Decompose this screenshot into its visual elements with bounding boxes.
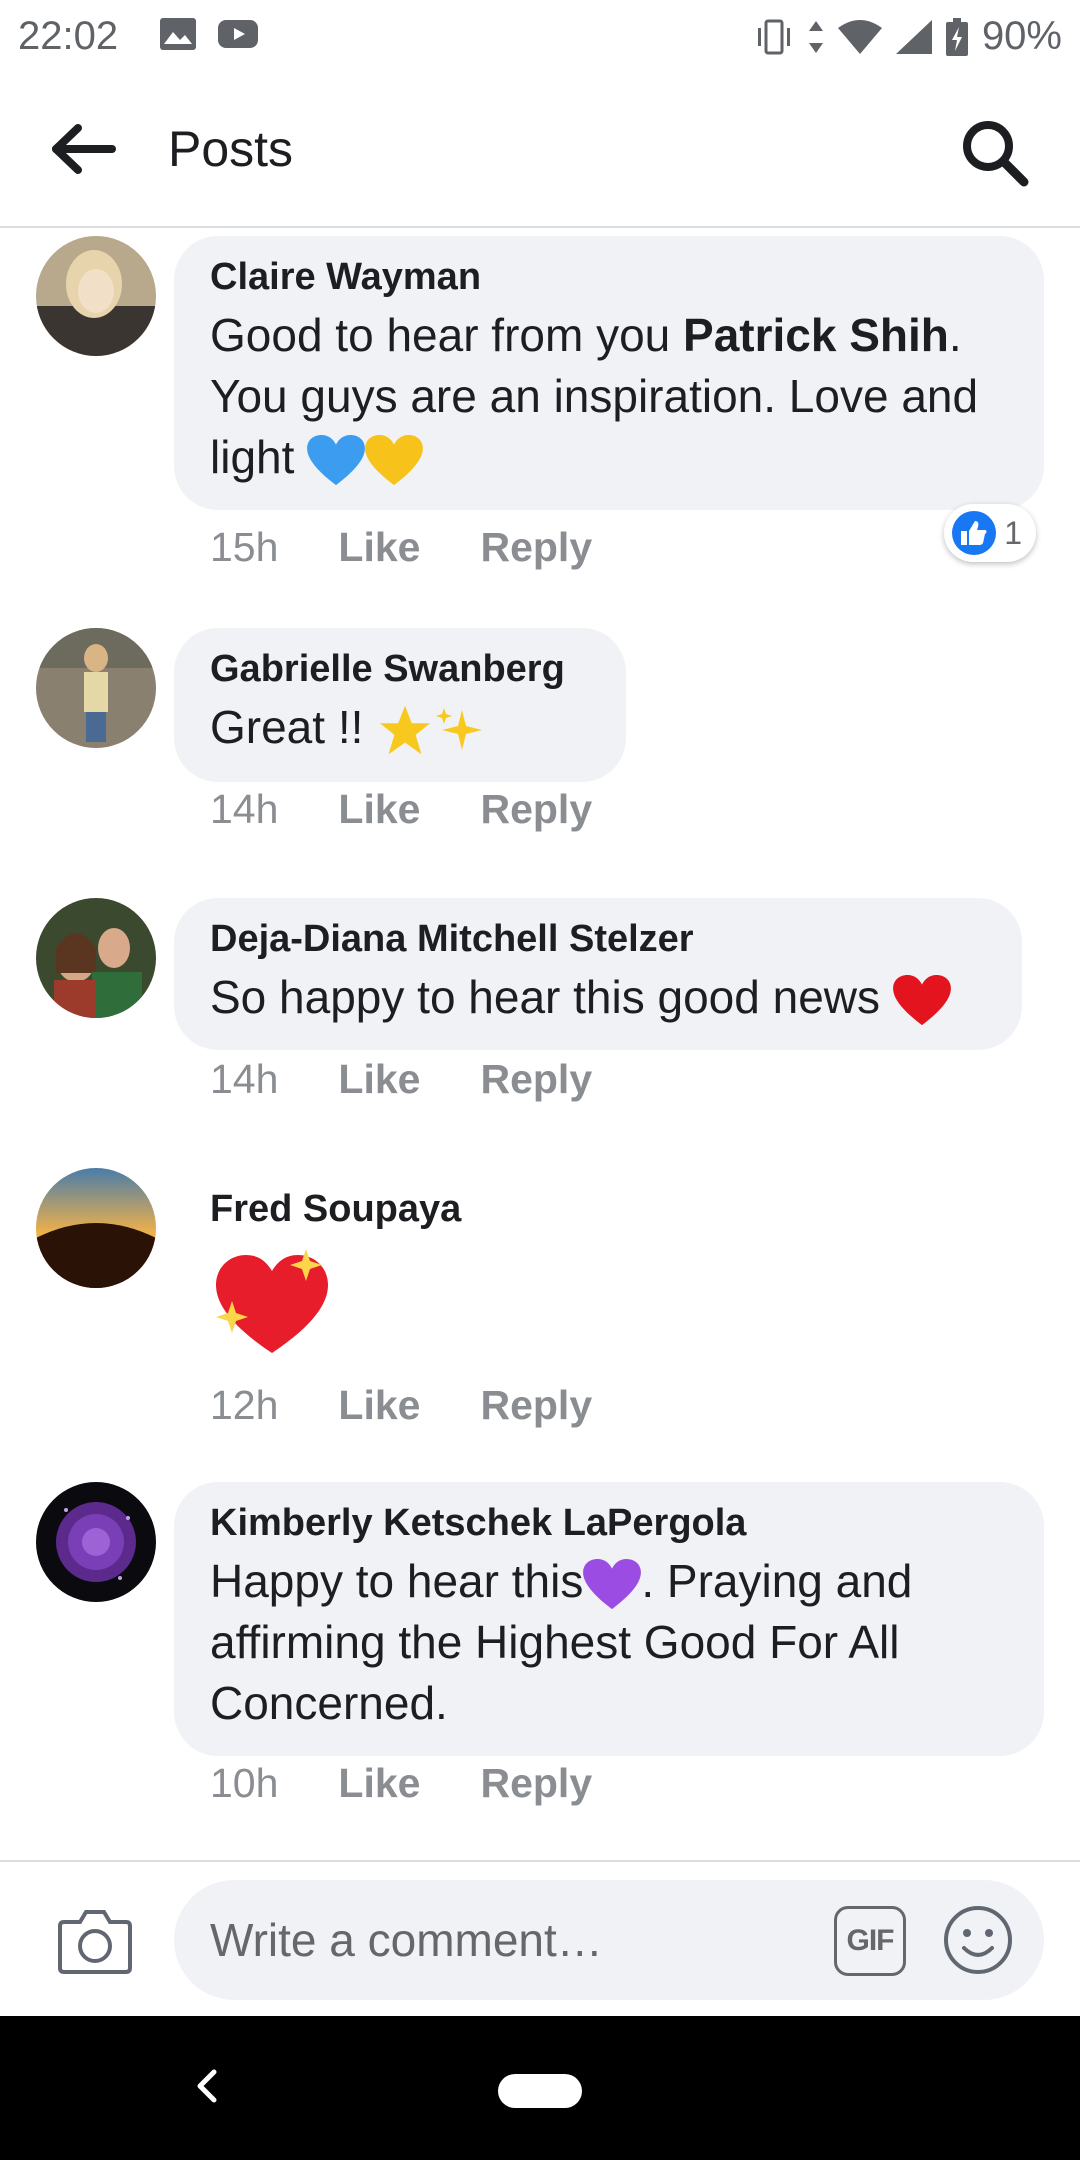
like-button[interactable]: Like: [338, 1382, 420, 1429]
comment-time[interactable]: 10h: [210, 1760, 278, 1807]
gallery-icon: [160, 18, 196, 50]
reply-button[interactable]: Reply: [480, 1382, 592, 1429]
avatar[interactable]: [36, 1482, 156, 1602]
youtube-icon: [218, 20, 258, 48]
camera-icon[interactable]: [58, 1908, 132, 1974]
comment-meta: 15h Like Reply: [210, 524, 592, 571]
wifi-icon: [837, 19, 882, 54]
blue-heart-icon: [307, 434, 366, 485]
like-button[interactable]: Like: [338, 1056, 420, 1103]
comment-time[interactable]: 15h: [210, 524, 278, 571]
like-button[interactable]: Like: [338, 524, 420, 571]
comment-author[interactable]: Fred Soupaya: [210, 1188, 538, 1231]
like-button[interactable]: Like: [338, 786, 420, 833]
comment-author[interactable]: Claire Wayman: [210, 256, 1008, 299]
sparkling-heart-icon: [216, 1249, 328, 1353]
system-nav-bar: [0, 2016, 1080, 2160]
comment-composer: Write a comment… GIF: [0, 1860, 1080, 2016]
thumbs-up-icon: [952, 511, 997, 555]
battery-icon: [945, 17, 968, 56]
reply-button[interactable]: Reply: [480, 786, 592, 833]
comment-bubble[interactable]: Kimberly Ketschek LaPergola Happy to hea…: [174, 1482, 1044, 1756]
comment-time[interactable]: 14h: [210, 1056, 278, 1103]
comment-time[interactable]: 14h: [210, 786, 278, 833]
emoji-icon[interactable]: [942, 1904, 1014, 1976]
battery-level: 90%: [981, 14, 1062, 58]
reply-button[interactable]: Reply: [480, 524, 592, 571]
like-button[interactable]: Like: [338, 1760, 420, 1807]
comment-bubble[interactable]: Fred Soupaya: [174, 1168, 574, 1394]
search-icon[interactable]: [960, 118, 1030, 188]
comment-bubble[interactable]: Gabrielle Swanberg Great !!: [174, 628, 626, 782]
comment-text: [210, 1245, 538, 1372]
comment-text: So happy to hear this good news: [210, 967, 986, 1028]
reaction-count[interactable]: 1: [944, 504, 1036, 562]
yellow-heart-icon: [365, 434, 424, 485]
page-title: Posts: [168, 121, 294, 177]
gif-button[interactable]: GIF: [834, 1906, 906, 1976]
comment-text: Happy to hear this. Praying and affirmin…: [210, 1555, 913, 1729]
signal-icon: [895, 19, 932, 54]
comment-meta: 12h Like Reply: [210, 1382, 592, 1429]
avatar[interactable]: [36, 1168, 156, 1288]
glowing-star-icon: [380, 705, 431, 755]
reply-button[interactable]: Reply: [480, 1056, 592, 1103]
comment-meta: 14h Like Reply: [210, 786, 592, 833]
comment-author[interactable]: Deja-Diana Mitchell Stelzer: [210, 918, 986, 961]
back-arrow-icon[interactable]: [52, 124, 116, 174]
red-heart-icon: [892, 974, 951, 1025]
comment-bubble[interactable]: Deja-Diana Mitchell Stelzer So happy to …: [174, 898, 1022, 1050]
comment-text: Great !!: [210, 697, 590, 760]
status-bar: 22:02 90%: [0, 0, 1080, 72]
nav-back-icon[interactable]: [192, 2066, 222, 2106]
comment-bubble[interactable]: Claire Wayman Good to hear from you Patr…: [174, 236, 1044, 510]
comment-time[interactable]: 12h: [210, 1382, 278, 1429]
comment-meta: 10h Like Reply: [210, 1760, 592, 1807]
mention-link[interactable]: Patrick Shih: [683, 309, 949, 361]
app-bar: Posts: [0, 72, 1080, 228]
comment-author[interactable]: Kimberly Ketschek LaPergola: [210, 1502, 1008, 1545]
avatar[interactable]: [36, 236, 156, 356]
avatar[interactable]: [36, 898, 156, 1018]
comment-author[interactable]: Gabrielle Swanberg: [210, 648, 590, 691]
status-time: 22:02: [18, 14, 119, 58]
data-arrows-icon: [808, 20, 823, 53]
avatar[interactable]: [36, 628, 156, 748]
comment-text: Good to hear from you Patrick Shih. You …: [210, 305, 1008, 488]
nav-home-button[interactable]: [498, 2074, 582, 2108]
purple-heart-icon: [583, 1558, 642, 1609]
comment-input[interactable]: Write a comment…: [174, 1880, 1044, 2000]
sparkles-icon: [436, 707, 483, 750]
reply-button[interactable]: Reply: [480, 1760, 592, 1807]
comment-meta: 14h Like Reply: [210, 1056, 592, 1103]
vibrate-icon: [757, 19, 790, 54]
